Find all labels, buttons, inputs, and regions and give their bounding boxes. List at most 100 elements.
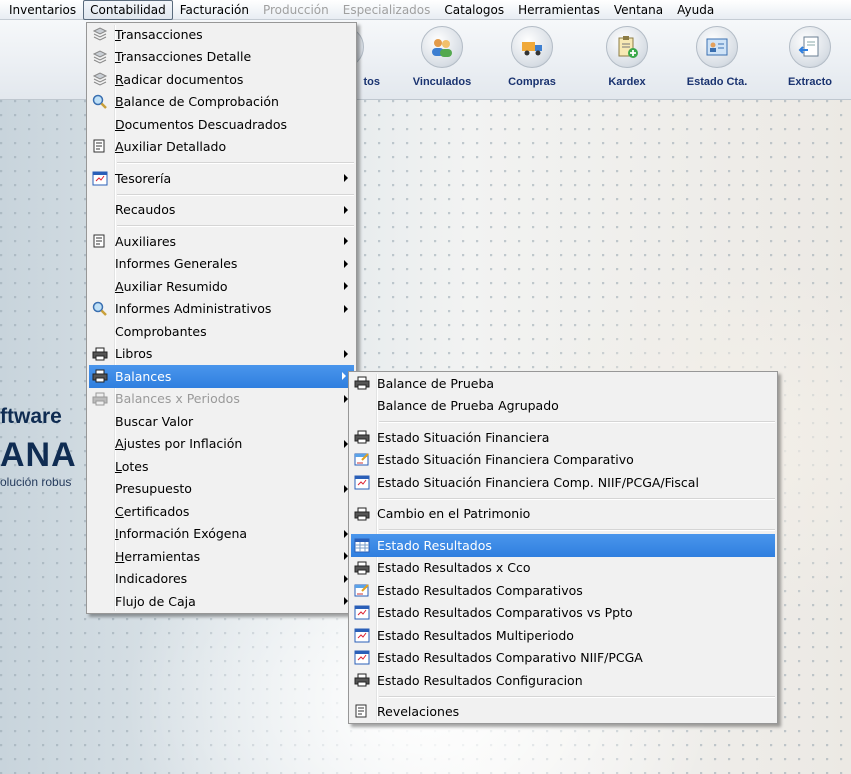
brand-title-partial: ftware — [0, 405, 62, 428]
menu-item-recaudos[interactable]: Recaudos — [87, 199, 356, 222]
submenu-item-estado-resultados[interactable]: Estado Resultados — [351, 534, 775, 557]
submenu-item-estado-situacion-financiera-comparativo[interactable]: Estado Situación Financiera Comparativo — [349, 449, 777, 472]
submenu-item-balance-de-prueba-agrupado[interactable]: Balance de Prueba Agrupado — [349, 395, 777, 418]
menu-item-documentos-descuadrados[interactable]: Documentos Descuadrados — [87, 113, 356, 136]
truck-icon — [511, 26, 553, 68]
menu-ayuda[interactable]: Ayuda — [670, 0, 721, 20]
menu-separator — [349, 692, 777, 701]
window-report-icon — [353, 650, 370, 666]
submenu-item-revelaciones[interactable]: Revelaciones — [349, 701, 777, 724]
menu-herramientas[interactable]: Herramientas — [511, 0, 607, 20]
menu-item-lotes[interactable]: Lotes — [87, 455, 356, 478]
submenu-arrow-icon — [344, 282, 348, 290]
menu-item-ajustes-inflacion[interactable]: Ajustes por Inflación — [87, 433, 356, 456]
printer-icon — [91, 346, 108, 362]
printer-icon — [91, 391, 108, 407]
menubar: Inventarios Contabilidad Facturación Pro… — [0, 0, 851, 20]
menu-facturacion[interactable]: Facturación — [173, 0, 256, 20]
toolbar-label-estado-cta: Estado Cta. — [686, 76, 748, 88]
printer-icon — [353, 560, 370, 576]
menu-item-certificados[interactable]: Certificados — [87, 500, 356, 523]
submenu-item-estado-resultados-multiperiodo[interactable]: Estado Resultados Multiperiodo — [349, 624, 777, 647]
menu-separator — [349, 494, 777, 503]
submenu-item-balance-de-prueba[interactable]: Balance de Prueba — [349, 372, 777, 395]
balances-submenu: Balance de Prueba Balance de Prueba Agru… — [348, 371, 778, 724]
submenu-arrow-icon — [344, 237, 348, 245]
menu-item-balances[interactable]: Balances — [89, 365, 354, 388]
brand-tagline-partial: olución robus — [0, 475, 72, 489]
report-icon — [91, 233, 108, 249]
menu-item-transacciones-detalle[interactable]: Transacciones Detalle — [87, 46, 356, 69]
menu-item-presupuesto[interactable]: Presupuesto — [87, 478, 356, 501]
menu-contabilidad[interactable]: Contabilidad — [83, 0, 173, 20]
stack-icon — [91, 26, 108, 42]
menu-item-libros[interactable]: Libros — [87, 343, 356, 366]
submenu-arrow-icon — [344, 349, 348, 358]
submenu-arrow-icon — [344, 205, 348, 214]
menu-item-balance-comprobacion[interactable]: Balance de Comprobación — [87, 91, 356, 114]
toolbar-button-compras[interactable]: Compras — [489, 26, 575, 96]
menu-separator — [87, 190, 356, 199]
window-report-icon — [353, 474, 370, 490]
stack-icon — [91, 49, 108, 65]
submenu-item-estado-situacion-financiera-niif[interactable]: Estado Situación Financiera Comp. NIIF/P… — [349, 471, 777, 494]
submenu-item-estado-resultados-comparativos-ppto[interactable]: Estado Resultados Comparativos vs Ppto — [349, 602, 777, 625]
stack-icon — [91, 71, 108, 87]
toolbar-label-kardex: Kardex — [608, 76, 646, 88]
window-report-icon — [353, 605, 370, 621]
menu-item-tesoreria[interactable]: Tesorería — [87, 167, 356, 190]
menu-item-auxiliares[interactable]: Auxiliares — [87, 230, 356, 253]
menu-item-auxiliar-detallado[interactable]: Auxiliar Detallado — [87, 136, 356, 159]
submenu-arrow-icon — [342, 372, 346, 380]
menu-item-auxiliar-resumido[interactable]: Auxiliar Resumido — [87, 275, 356, 298]
spreadsheet-icon — [353, 537, 370, 553]
menu-item-flujo-de-caja[interactable]: Flujo de Caja — [87, 590, 356, 613]
menu-separator — [349, 417, 777, 426]
document-arrow-icon — [789, 26, 831, 68]
menu-catalogos[interactable]: Catalogos — [437, 0, 511, 20]
window-report-icon — [91, 170, 108, 186]
printer-icon — [353, 506, 370, 522]
menu-item-buscar-valor[interactable]: Buscar Valor — [87, 410, 356, 433]
printer-icon — [353, 429, 370, 445]
clipboard-add-icon — [606, 26, 648, 68]
menu-item-informes-administrativos[interactable]: Informes Administrativos — [87, 298, 356, 321]
submenu-item-estado-resultados-x-cco[interactable]: Estado Resultados x Cco — [349, 557, 777, 580]
toolbar-label-compras: Compras — [508, 76, 556, 88]
submenu-item-estado-resultados-comparativos[interactable]: Estado Resultados Comparativos — [349, 579, 777, 602]
compare-sheet-icon — [353, 582, 370, 598]
menu-separator — [349, 525, 777, 534]
menu-item-informes-generales[interactable]: Informes Generales — [87, 253, 356, 276]
submenu-arrow-icon — [344, 304, 348, 313]
submenu-item-estado-resultados-configuracion[interactable]: Estado Resultados Configuracion — [349, 669, 777, 692]
menu-item-comprobantes[interactable]: Comprobantes — [87, 320, 356, 343]
submenu-arrow-icon — [344, 174, 348, 182]
printer-icon — [353, 375, 370, 391]
printer-icon — [353, 672, 370, 688]
menu-item-radicar-documentos[interactable]: Radicar documentos — [87, 68, 356, 91]
toolbar-label-extracto: Extracto — [787, 76, 833, 88]
magnifier-icon — [91, 301, 108, 317]
submenu-item-estado-resultados-comparativo-niif[interactable]: Estado Resultados Comparativo NIIF/PCGA — [349, 647, 777, 670]
menu-item-balances-x-periodos[interactable]: Balances x Periodos — [87, 388, 356, 411]
window-report-icon — [353, 627, 370, 643]
menu-produccion[interactable]: Producción — [256, 0, 336, 20]
toolbar-button-kardex[interactable]: Kardex — [584, 26, 670, 96]
toolbar-button-vinculados[interactable]: Vinculados — [399, 26, 485, 96]
menu-item-transacciones[interactable]: Transacciones — [87, 23, 356, 46]
submenu-item-cambio-patrimonio[interactable]: Cambio en el Patrimonio — [349, 503, 777, 526]
toolbar-button-estado-cta[interactable]: Estado Cta. — [674, 26, 760, 96]
menu-especializados[interactable]: Especializados — [336, 0, 438, 20]
contabilidad-menu: Transacciones Transacciones Detalle Radi… — [86, 22, 357, 614]
menu-item-herramientas[interactable]: Herramientas — [87, 545, 356, 568]
menu-inventarios[interactable]: Inventarios — [2, 0, 83, 20]
menu-item-informacion-exogena[interactable]: Información Exógena — [87, 523, 356, 546]
submenu-item-estado-situacion-financiera[interactable]: Estado Situación Financiera — [349, 426, 777, 449]
menu-ventana[interactable]: Ventana — [607, 0, 670, 20]
menu-separator — [87, 158, 356, 167]
submenu-arrow-icon — [344, 259, 348, 268]
toolbar-button-extracto[interactable]: Extracto — [767, 26, 851, 96]
brand-logo-partial: ANA — [0, 436, 77, 474]
magnifier-icon — [91, 94, 108, 110]
menu-item-indicadores[interactable]: Indicadores — [87, 568, 356, 591]
